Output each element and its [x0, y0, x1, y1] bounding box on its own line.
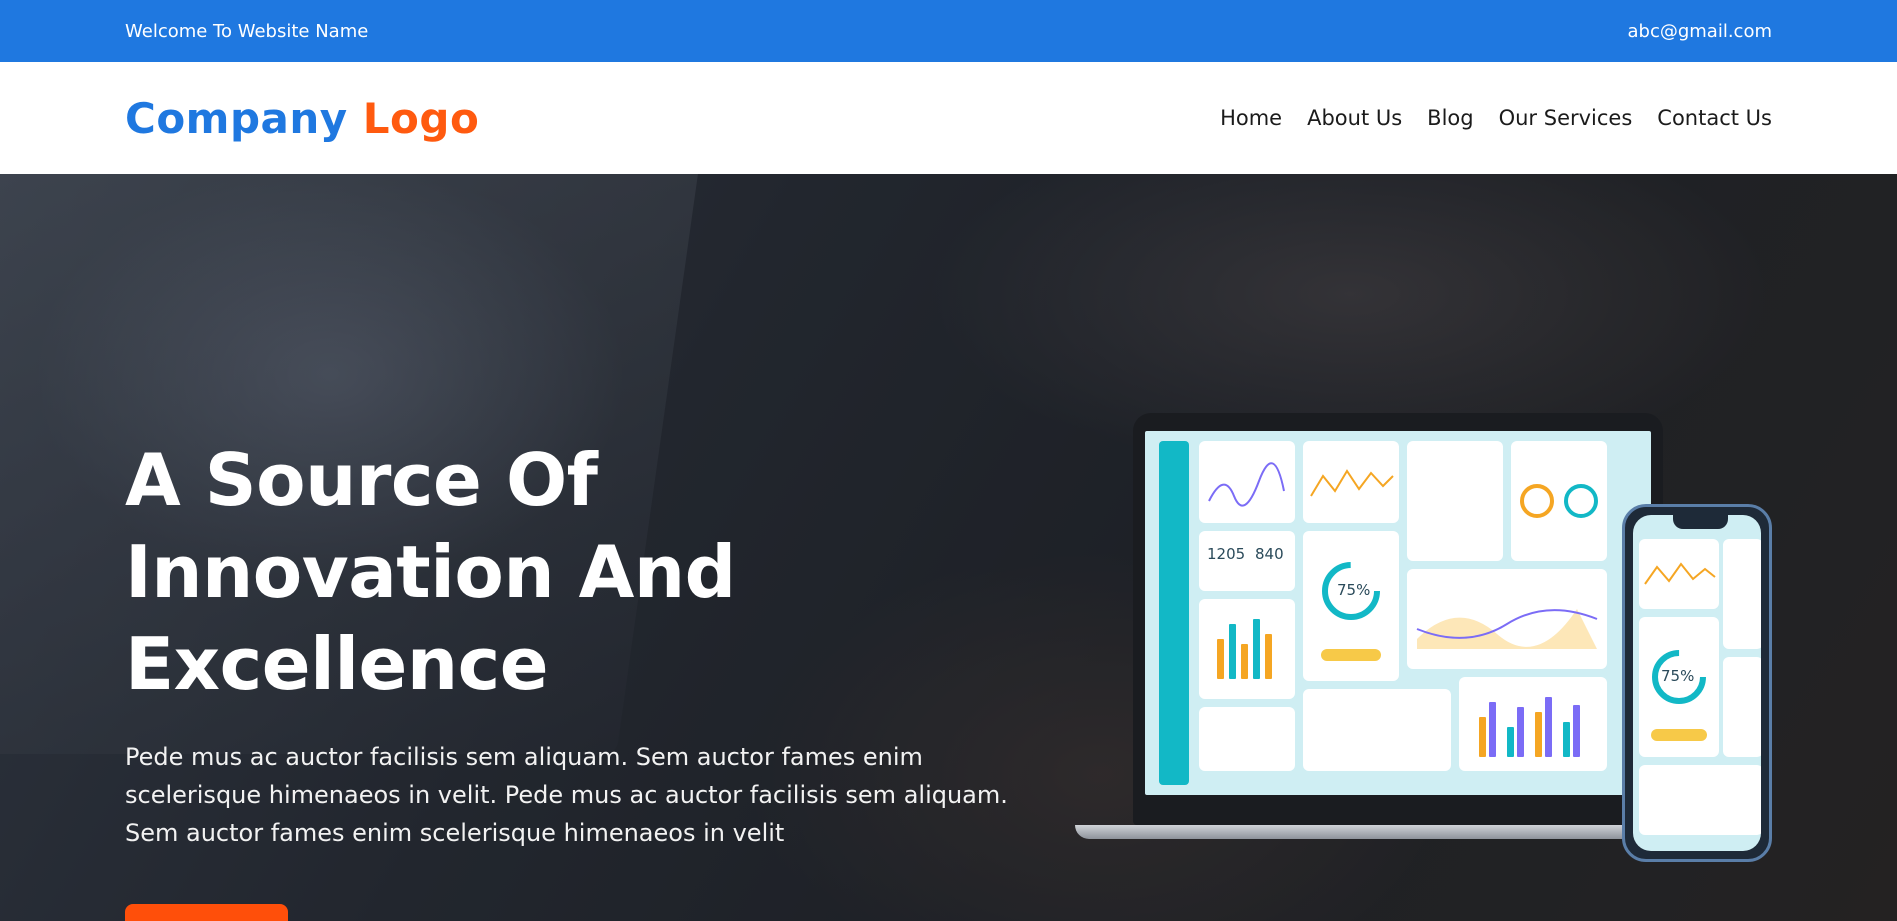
chart-bar [1217, 639, 1224, 679]
gauge-icon [1651, 650, 1707, 741]
hero-content: A Source Of Innovation And Excellence Pe… [125, 434, 1060, 921]
line-chart-icon [1310, 469, 1394, 497]
dashboard-card [1199, 441, 1295, 523]
line-chart-icon [1208, 462, 1285, 507]
chart-bar [1563, 722, 1570, 757]
nav-home[interactable]: Home [1220, 106, 1282, 130]
chart-bar [1253, 619, 1260, 679]
phone-card [1723, 539, 1761, 649]
nav-about-us[interactable]: About Us [1307, 106, 1402, 130]
calendar-card [1407, 441, 1503, 561]
chart-bar [1265, 634, 1272, 679]
phone-mockup: 75% [1622, 504, 1772, 862]
chart-bar [1229, 624, 1236, 679]
laptop-mockup: 1205 840 75% [1133, 413, 1663, 825]
nav-contact-us[interactable]: Contact Us [1657, 106, 1772, 130]
logo-text-logo: Logo [362, 93, 480, 143]
phone-timeline-card [1639, 765, 1761, 835]
email-link[interactable]: abc@gmail.com [1627, 21, 1772, 42]
dashboard-card [1303, 441, 1399, 523]
hero-headline: A Source Of Innovation And Excellence [125, 438, 736, 706]
chart-bar [1489, 702, 1496, 757]
area-chart-icon [1416, 609, 1598, 649]
chart-bar [1517, 707, 1524, 757]
company-logo[interactable]: Company Logo [125, 94, 479, 143]
phone-gauge-card: 75% [1639, 617, 1719, 757]
gauge-value: 75% [1337, 581, 1371, 599]
hero-subtext: Pede mus ac auctor facilisis sem aliquam… [125, 743, 1008, 847]
phone-card [1723, 657, 1761, 757]
chart-bar [1535, 712, 1542, 757]
chart-bar [1545, 697, 1552, 757]
phone-notch [1673, 515, 1728, 529]
chart-bar [1479, 717, 1486, 757]
timeline-card [1303, 689, 1451, 771]
nav-blog[interactable]: Blog [1427, 106, 1473, 130]
stat-value: 1205 [1207, 545, 1246, 563]
welcome-text: Welcome To Website Name [125, 20, 369, 42]
nav-our-services[interactable]: Our Services [1499, 106, 1633, 130]
bar-chart-card [1199, 599, 1295, 699]
phone-card [1639, 539, 1719, 609]
logo-text-company: Company [125, 93, 348, 143]
chart-bar [1241, 644, 1248, 679]
phone-screen: 75% [1633, 515, 1761, 851]
learn-more-button[interactable]: Learn More [125, 904, 288, 921]
top-bar: Welcome To Website Name abc@gmail.com [0, 0, 1897, 62]
chart-bar [1573, 705, 1580, 757]
grouped-bar-card [1459, 677, 1607, 771]
line-chart-icon [1644, 562, 1716, 585]
hero-section: A Source Of Innovation And Excellence Pe… [0, 174, 1897, 921]
main-header: Company Logo Home About Us Blog Our Serv… [0, 62, 1897, 174]
stat-value: 840 [1255, 545, 1284, 563]
ring-chart-icon [1520, 484, 1598, 518]
stats-card: 1205 840 [1199, 531, 1295, 591]
gauge-value: 75% [1661, 667, 1695, 685]
progress-card [1199, 707, 1295, 771]
area-chart-card [1407, 569, 1607, 669]
gauge-card: 75% [1303, 531, 1399, 681]
chart-bar [1507, 727, 1514, 757]
ring-card [1511, 441, 1607, 561]
gauge-icon [1321, 562, 1381, 661]
main-nav: Home About Us Blog Our Services Contact … [1220, 106, 1772, 130]
dashboard-sidebar [1159, 441, 1189, 785]
dashboard-screen: 1205 840 75% [1145, 431, 1651, 795]
